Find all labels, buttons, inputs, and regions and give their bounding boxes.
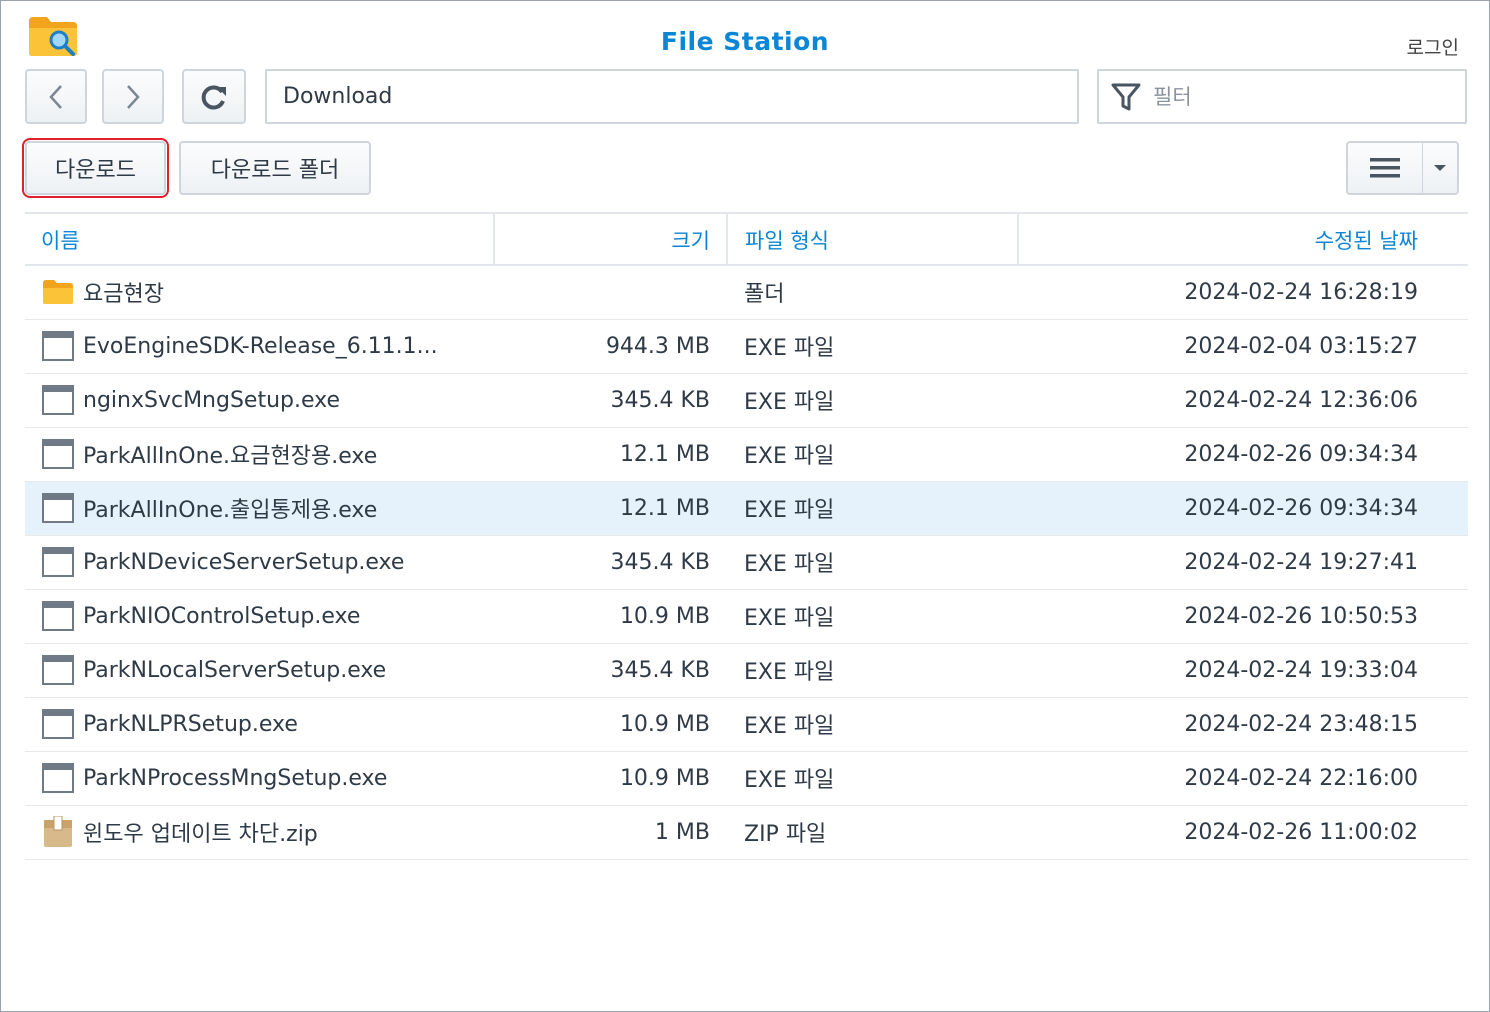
exe-file-icon: [41, 482, 75, 534]
file-size: 944.3 MB: [605, 333, 710, 359]
file-name[interactable]: 윈도우 업데이트 차단.zip: [83, 806, 483, 858]
file-modified: 2024-02-04 03:15:27: [1184, 333, 1418, 359]
caret-down-icon: [1434, 165, 1446, 171]
file-name[interactable]: ParkNLPRSetup.exe: [83, 698, 483, 750]
app-title: File Station: [660, 27, 830, 56]
header-size[interactable]: 크기: [493, 214, 726, 266]
file-modified: 2024-02-24 12:36:06: [1184, 387, 1418, 413]
header-type[interactable]: 파일 형식: [726, 214, 1017, 266]
file-type: EXE 파일: [744, 552, 835, 577]
file-size: [495, 266, 710, 318]
file-table: 이름 크기 파일 형식 수정된 날짜 요금현장 폴더 2024-02-24 16:2…: [25, 212, 1468, 860]
exe-file-icon: [41, 590, 75, 642]
file-type: ZIP 파일: [744, 822, 827, 847]
file-modified: 2024-02-26 10:50:53: [1184, 603, 1418, 629]
file-name[interactable]: nginxSvcMngSetup.exe: [83, 374, 483, 426]
file-size: 10.9 MB: [619, 711, 710, 737]
file-size: 345.4 KB: [610, 387, 711, 413]
login-link[interactable]: 로그인: [1407, 33, 1459, 60]
table-row[interactable]: ParkAllInOne.출입통제용.exe 12.1 MB EXE 파일 2024-…: [25, 482, 1468, 536]
exe-file-icon: [41, 320, 75, 372]
view-dropdown-toggle[interactable]: [1423, 143, 1457, 193]
table-row[interactable]: ParkNLPRSetup.exe 10.9 MB EXE 파일 2024-02-24…: [25, 698, 1468, 752]
file-type: EXE 파일: [744, 606, 835, 631]
file-type: EXE 파일: [744, 714, 835, 739]
file-type: EXE 파일: [744, 498, 835, 523]
file-type: EXE 파일: [744, 768, 835, 793]
table-row[interactable]: 요금현장 폴더 2024-02-24 16:28:19: [25, 266, 1468, 320]
list-view-toggle[interactable]: [1348, 143, 1423, 193]
table-row[interactable]: nginxSvcMngSetup.exe 345.4 KB EXE 파일 2024-0…: [25, 374, 1468, 428]
file-name[interactable]: ParkNProcessMngSetup.exe: [83, 752, 483, 804]
filter-field[interactable]: [1097, 69, 1467, 124]
file-size: 10.9 MB: [619, 603, 710, 629]
file-modified: 2024-02-24 16:28:19: [1184, 279, 1418, 305]
exe-file-icon: [41, 752, 75, 804]
exe-file-icon: [41, 644, 75, 696]
file-modified: 2024-02-24 19:27:41: [1184, 549, 1418, 575]
table-row[interactable]: ParkNDeviceServerSetup.exe 345.4 KB EXE 파일…: [25, 536, 1468, 590]
filter-icon: [1111, 83, 1141, 110]
file-size: 10.9 MB: [619, 765, 710, 791]
header-name[interactable]: 이름: [41, 214, 491, 266]
file-modified: 2024-02-26 09:34:34: [1184, 441, 1418, 467]
file-name[interactable]: 요금현장: [83, 266, 483, 318]
back-button[interactable]: [25, 69, 87, 124]
table-row[interactable]: ParkNLocalServerSetup.exe 345.4 KB EXE 파일 2…: [25, 644, 1468, 698]
file-name[interactable]: ParkNIOControlSetup.exe: [83, 590, 483, 642]
file-modified: 2024-02-24 23:48:15: [1184, 711, 1418, 737]
exe-file-icon: [41, 374, 75, 426]
file-size: 1 MB: [654, 819, 710, 845]
list-view-icon: [1370, 158, 1400, 178]
table-row[interactable]: ParkAllInOne.요금현장용.exe 12.1 MB EXE 파일 2024-…: [25, 428, 1468, 482]
download-folder-button[interactable]: 다운로드 폴더: [179, 141, 371, 195]
view-mode-button[interactable]: [1346, 141, 1459, 195]
exe-file-icon: [41, 698, 75, 750]
chevron-right-icon: [127, 84, 140, 109]
refresh-button[interactable]: [182, 69, 246, 124]
zip-file-icon: [41, 806, 75, 858]
file-type: EXE 파일: [744, 390, 835, 415]
file-name[interactable]: ParkAllInOne.출입통제용.exe: [83, 482, 483, 534]
file-size: 345.4 KB: [610, 549, 711, 575]
file-station-window: File Station 로그인 Download 다운로드 다운로드 폴더: [0, 0, 1490, 1012]
table-row[interactable]: EvoEngineSDK-Release_6.11.1... 944.3 MB EX…: [25, 320, 1468, 374]
table-row[interactable]: ParkNIOControlSetup.exe 10.9 MB EXE 파일 2024…: [25, 590, 1468, 644]
file-modified: 2024-02-24 19:33:04: [1184, 657, 1418, 683]
table-row[interactable]: ParkNProcessMngSetup.exe 10.9 MB EXE 파일 202…: [25, 752, 1468, 806]
file-type: 폴더: [744, 282, 785, 307]
file-name[interactable]: ParkAllInOne.요금현장용.exe: [83, 428, 483, 480]
file-type: EXE 파일: [744, 660, 835, 685]
file-name[interactable]: ParkNLocalServerSetup.exe: [83, 644, 483, 696]
table-body: 요금현장 폴더 2024-02-24 16:28:19 EvoEngineSDK-Re…: [25, 266, 1468, 860]
exe-file-icon: [41, 536, 75, 588]
file-modified: 2024-02-26 09:34:34: [1184, 495, 1418, 521]
filter-input[interactable]: [1151, 83, 1435, 110]
chevron-left-icon: [49, 84, 62, 109]
forward-button[interactable]: [102, 69, 164, 124]
table-row[interactable]: 윈도우 업데이트 차단.zip 1 MB ZIP 파일 2024-02-26 11:0…: [25, 806, 1468, 860]
exe-file-icon: [41, 428, 75, 480]
file-size: 345.4 KB: [610, 657, 711, 683]
file-modified: 2024-02-26 11:00:02: [1184, 819, 1418, 845]
file-size: 12.1 MB: [619, 495, 710, 521]
path-field[interactable]: Download: [265, 69, 1079, 124]
download-button-highlight: [22, 138, 169, 198]
file-name[interactable]: EvoEngineSDK-Release_6.11.1...: [83, 320, 483, 372]
header-modified[interactable]: 수정된 날짜: [1017, 214, 1468, 266]
file-size: 12.1 MB: [619, 441, 710, 467]
refresh-icon: [201, 84, 226, 109]
file-type: EXE 파일: [744, 444, 835, 469]
folder-icon: [41, 266, 75, 318]
file-name[interactable]: ParkNDeviceServerSetup.exe: [83, 536, 483, 588]
file-type: EXE 파일: [744, 336, 835, 361]
table-header: 이름 크기 파일 형식 수정된 날짜: [25, 212, 1468, 266]
file-modified: 2024-02-24 22:16:00: [1184, 765, 1418, 791]
